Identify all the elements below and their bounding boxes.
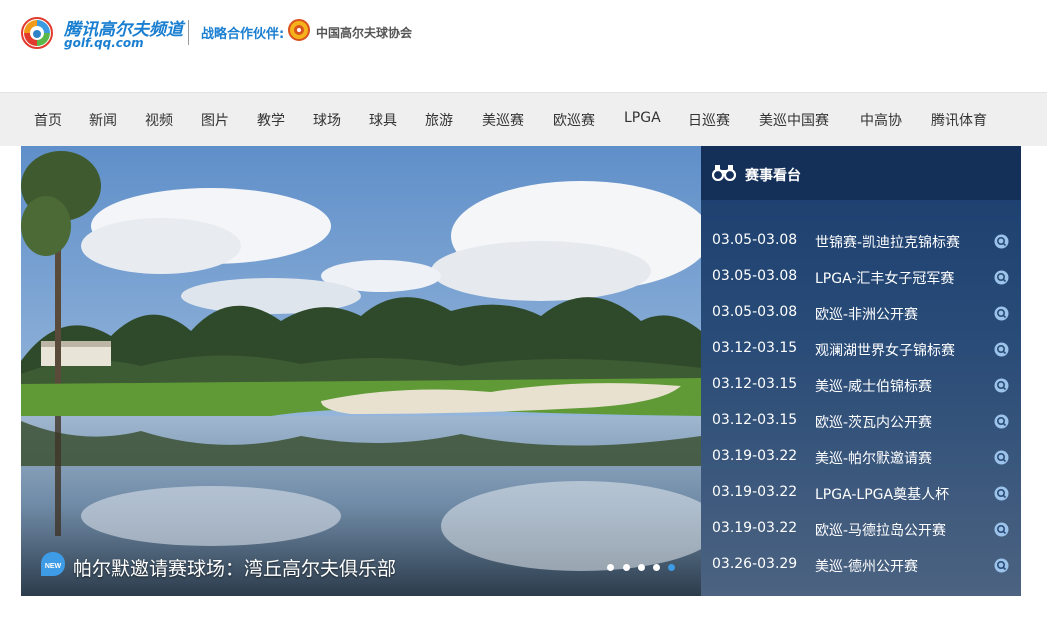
event-date: 03.12-03.15 <box>712 412 798 428</box>
event-date: 03.26-03.29 <box>712 556 798 572</box>
nav-item-pga-tour[interactable]: 美巡赛 <box>482 110 524 130</box>
event-row[interactable]: 03.26-03.29 美巡-德州公开赛 <box>701 546 1021 582</box>
slide-dot-3[interactable] <box>638 564 645 571</box>
event-name[interactable]: 观澜湖世界女子锦标赛 <box>815 340 955 360</box>
header-divider <box>188 20 189 45</box>
event-date: 03.05-03.08 <box>712 304 798 320</box>
event-row[interactable]: 03.19-03.22 欧巡-马德拉岛公开赛 <box>701 510 1021 546</box>
view-details-icon[interactable] <box>994 522 1009 537</box>
event-row[interactable]: 03.05-03.08 世锦赛-凯迪拉克锦标赛 <box>701 222 1021 258</box>
site-domain[interactable]: golf.qq.com <box>64 36 144 50</box>
nav-item-video[interactable]: 视频 <box>145 110 173 130</box>
view-details-icon[interactable] <box>994 450 1009 465</box>
event-row[interactable]: 03.12-03.15 欧巡-茨瓦内公开赛 <box>701 402 1021 438</box>
event-date: 03.05-03.08 <box>712 268 798 284</box>
slide-dot-1[interactable] <box>607 564 614 571</box>
event-row[interactable]: 03.05-03.08 欧巡-非洲公开赛 <box>701 294 1021 330</box>
view-details-icon[interactable] <box>994 558 1009 573</box>
nav-item-courses[interactable]: 球场 <box>313 110 341 130</box>
hero-slideshow[interactable]: NEW 帕尔默邀请赛球场：湾丘高尔夫俱乐部 <box>21 146 701 596</box>
event-date: 03.12-03.15 <box>712 376 798 392</box>
event-row[interactable]: 03.05-03.08 LPGA-汇丰女子冠军赛 <box>701 258 1021 294</box>
event-name[interactable]: 欧巡-马德拉岛公开赛 <box>815 520 946 540</box>
main-nav: 首页 新闻 视频 图片 教学 球场 球具 旅游 美巡赛 欧巡赛 LPGA 日巡赛… <box>0 92 1047 146</box>
event-name[interactable]: LPGA-汇丰女子冠军赛 <box>815 268 954 288</box>
view-details-icon[interactable] <box>994 234 1009 249</box>
tencent-golf-logo-icon[interactable] <box>21 17 53 49</box>
nav-item-tencent-sports[interactable]: 腾讯体育 <box>931 110 987 130</box>
event-name[interactable]: 欧巡-非洲公开赛 <box>815 304 918 324</box>
event-date: 03.12-03.15 <box>712 340 798 356</box>
slide-dot-4[interactable] <box>653 564 660 571</box>
view-details-icon[interactable] <box>994 378 1009 393</box>
event-row[interactable]: 03.19-03.22 LPGA-LPGA奠基人杯 <box>701 474 1021 510</box>
nav-item-japan-tour[interactable]: 日巡赛 <box>688 110 730 130</box>
event-name[interactable]: 美巡-帕尔默邀请赛 <box>815 448 932 468</box>
event-name[interactable]: 美巡-威士伯锦标赛 <box>815 376 932 396</box>
event-row[interactable]: 03.12-03.15 美巡-威士伯锦标赛 <box>701 366 1021 402</box>
event-name[interactable]: 美巡-德州公开赛 <box>815 556 918 576</box>
partner-label: 战略合作伙伴: <box>201 27 285 42</box>
view-details-icon[interactable] <box>994 270 1009 285</box>
event-date: 03.19-03.22 <box>712 520 798 536</box>
event-date: 03.19-03.22 <box>712 448 798 464</box>
panel-title: 赛事看台 <box>745 168 801 184</box>
slide-dot-2[interactable] <box>623 564 630 571</box>
binoculars-icon <box>712 165 736 181</box>
event-name[interactable]: LPGA-LPGA奠基人杯 <box>815 484 949 504</box>
panel-header: 赛事看台 <box>701 146 1021 200</box>
nav-item-pga-china[interactable]: 美巡中国赛 <box>759 110 829 130</box>
nav-item-travel[interactable]: 旅游 <box>425 110 453 130</box>
new-badge-icon: NEW <box>41 552 65 576</box>
view-details-icon[interactable] <box>994 414 1009 429</box>
nav-item-european-tour[interactable]: 欧巡赛 <box>553 110 595 130</box>
event-date: 03.05-03.08 <box>712 232 798 248</box>
site-header: 腾讯高尔夫频道 golf.qq.com 战略合作伙伴: 中国高尔夫球协会 <box>0 0 1047 70</box>
nav-item-home[interactable]: 首页 <box>34 110 62 130</box>
nav-item-lpga[interactable]: LPGA <box>624 110 661 126</box>
nav-item-equipment[interactable]: 球具 <box>369 110 397 130</box>
hero-caption[interactable]: 帕尔默邀请赛球场：湾丘高尔夫俱乐部 <box>73 554 396 581</box>
view-details-icon[interactable] <box>994 486 1009 501</box>
event-name[interactable]: 世锦赛-凯迪拉克锦标赛 <box>815 232 960 252</box>
new-badge-text: NEW <box>45 563 62 570</box>
nav-item-cga[interactable]: 中高协 <box>860 110 902 130</box>
event-row[interactable]: 03.19-03.22 美巡-帕尔默邀请赛 <box>701 438 1021 474</box>
event-row[interactable]: 03.12-03.15 观澜湖世界女子锦标赛 <box>701 330 1021 366</box>
nav-item-teaching[interactable]: 教学 <box>257 110 285 130</box>
slide-dot-5[interactable] <box>668 564 675 571</box>
view-details-icon[interactable] <box>994 342 1009 357</box>
event-name[interactable]: 欧巡-茨瓦内公开赛 <box>815 412 932 432</box>
event-schedule-panel: 赛事看台 03.05-03.08 世锦赛-凯迪拉克锦标赛 03.05-03.08 LP… <box>701 146 1021 596</box>
partner-name[interactable]: 中国高尔夫球协会 <box>316 24 412 41</box>
cga-emblem-icon[interactable] <box>287 19 311 41</box>
nav-item-news[interactable]: 新闻 <box>89 110 117 130</box>
hero-golf-course-image[interactable] <box>21 146 701 596</box>
view-details-icon[interactable] <box>994 306 1009 321</box>
event-date: 03.19-03.22 <box>712 484 798 500</box>
nav-item-photos[interactable]: 图片 <box>201 110 229 130</box>
